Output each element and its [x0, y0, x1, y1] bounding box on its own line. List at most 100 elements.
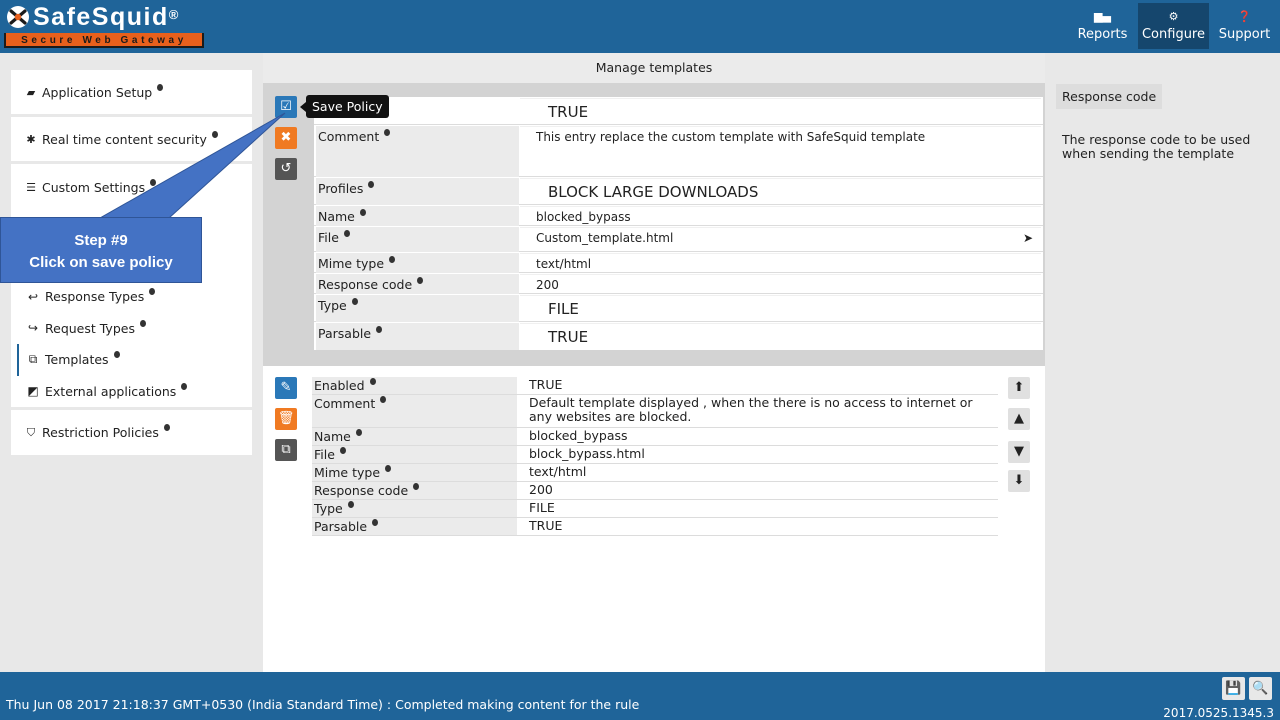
sidebar-item-external-applications[interactable]: ◩ External applications	[11, 376, 252, 408]
enabled-value[interactable]: TRUE	[520, 98, 1041, 124]
view-row-name: Name blocked_bypass	[312, 428, 998, 446]
info-icon[interactable]	[343, 230, 350, 237]
edit-button[interactable]: ✎	[275, 377, 297, 399]
name-input[interactable]: blocked_bypass	[520, 206, 1041, 225]
response-code-input[interactable]: 200	[520, 274, 1041, 293]
safesquid-logo: SafeSquid® Secure Web Gateway	[4, 3, 204, 48]
logo-squid-icon	[6, 5, 30, 29]
field-file: File Custom_template.html ➤	[314, 226, 1043, 252]
floppy-icon: 💾	[1225, 681, 1242, 696]
field-name: Name blocked_bypass	[314, 205, 1043, 226]
status-bar: Thu Jun 08 2017 21:18:37 GMT+0530 (India…	[0, 672, 1280, 720]
app-header: SafeSquid® Secure Web Gateway ▆▄ Reports…	[0, 0, 1280, 53]
briefcase-icon: ▰	[26, 85, 36, 99]
sidebar-item-request-types[interactable]: ↪ Request Types	[11, 313, 252, 345]
move-down-button[interactable]: ▼	[1008, 441, 1030, 463]
info-icon[interactable]	[413, 483, 420, 490]
save-policy-tooltip: Save Policy	[300, 95, 389, 118]
info-icon[interactable]	[355, 429, 362, 436]
info-icon[interactable]	[339, 447, 346, 454]
mime-input[interactable]: text/html	[520, 253, 1041, 272]
info-icon[interactable]	[347, 501, 354, 508]
move-up-button[interactable]: ▲	[1008, 408, 1030, 430]
upload-send-icon[interactable]: ➤	[1023, 231, 1033, 245]
info-icon[interactable]	[385, 465, 392, 472]
view-row-mime: Mime type text/html	[312, 464, 998, 482]
save-policy-button[interactable]: ☑	[275, 96, 297, 118]
type-value[interactable]: FILE	[520, 295, 1041, 321]
sidebar-item-restriction-policies[interactable]: ⛉ Restriction Policies	[11, 407, 252, 455]
info-icon[interactable]	[369, 378, 376, 385]
help-field-tag: Response code	[1056, 84, 1163, 109]
delete-button[interactable]: 🗑	[275, 408, 297, 430]
info-icon[interactable]	[417, 277, 424, 284]
field-mime: Mime type text/html	[314, 252, 1043, 273]
field-enabled: TRUE	[314, 97, 1043, 125]
info-icon[interactable]	[372, 519, 379, 526]
sidebar-item-application-setup[interactable]: ▰ Application Setup	[11, 70, 252, 117]
parsable-value[interactable]: TRUE	[520, 323, 1041, 349]
undo-button[interactable]: ↺	[275, 158, 297, 180]
question-icon: ❓	[1237, 10, 1252, 23]
caret-down-icon: ▼	[1014, 444, 1024, 459]
arrow-circle-up-icon: ⬆	[1013, 380, 1025, 395]
info-icon[interactable]	[139, 319, 146, 327]
help-description: The response code to be used when sendin…	[1062, 132, 1251, 161]
info-icon[interactable]	[150, 179, 157, 186]
close-icon: ✖	[280, 130, 292, 145]
top-navigation: ▆▄ Reports ⚙ Configure ❓ Support	[1067, 3, 1280, 49]
bug-icon: ✱	[26, 132, 36, 146]
save-config-button[interactable]: 💾	[1222, 677, 1245, 700]
sidebar-subgroup: ↩ Response Types ↪ Request Types ⧉ Templ…	[11, 277, 252, 407]
info-icon[interactable]	[376, 326, 383, 333]
info-icon[interactable]	[181, 382, 188, 390]
copy-button[interactable]: ⧉	[275, 439, 297, 461]
chart-icon: ▆▄	[1094, 10, 1111, 23]
undo-icon: ↺	[280, 161, 292, 176]
view-row-file: File block_bypass.html	[312, 446, 998, 464]
edit-icon: ✎	[280, 380, 292, 395]
info-icon[interactable]	[163, 424, 170, 431]
info-icon[interactable]	[389, 256, 396, 263]
search-icon: 🔍	[1252, 681, 1269, 696]
info-icon[interactable]	[380, 396, 387, 403]
search-button[interactable]: 🔍	[1249, 677, 1272, 700]
check-square-icon: ☑	[280, 99, 292, 114]
main-panel: Manage templates ☑ ✖ ↺ TRUE Comment This…	[263, 53, 1045, 672]
nav-support[interactable]: ❓ Support	[1209, 3, 1280, 49]
sidebar-item-response-types[interactable]: ↩ Response Types	[11, 281, 252, 313]
profiles-value[interactable]: BLOCK LARGE DOWNLOADS	[520, 178, 1041, 204]
move-top-button[interactable]: ⬆	[1008, 377, 1030, 399]
sidebar-item-custom-settings[interactable]: ☰ Custom Settings	[11, 164, 252, 211]
help-panel: Response code The response code to be us…	[1056, 84, 1262, 161]
sidebar-item-real-time-content-security[interactable]: ✱ Real time content security	[11, 117, 252, 164]
info-icon[interactable]	[351, 298, 358, 305]
version-label: 2017.0525.1345.3	[1163, 706, 1274, 720]
file-input[interactable]: Custom_template.html	[520, 227, 1041, 251]
info-icon[interactable]	[113, 351, 120, 359]
callout-step: Step #9	[74, 232, 128, 249]
edit-form: TRUE Comment This entry replace the cust…	[314, 97, 1043, 350]
gears-icon: ⚙	[1168, 10, 1179, 23]
share-icon: ↪	[27, 321, 39, 336]
field-profiles: Profiles BLOCK LARGE DOWNLOADS	[314, 177, 1043, 205]
info-icon[interactable]	[384, 129, 391, 136]
external-icon: ◩	[27, 384, 39, 399]
view-row-type: Type FILE	[312, 500, 998, 518]
trash-icon: 🗑	[277, 411, 295, 426]
info-icon[interactable]	[211, 130, 218, 138]
nav-configure[interactable]: ⚙ Configure	[1138, 3, 1209, 49]
comment-textarea[interactable]: This entry replace the custom template w…	[520, 126, 1041, 176]
callout-text: Click on save policy	[29, 254, 173, 271]
info-icon[interactable]	[368, 181, 375, 188]
info-icon[interactable]	[149, 288, 156, 296]
cancel-button[interactable]: ✖	[275, 127, 297, 149]
sliders-icon: ☰	[26, 181, 36, 194]
info-icon[interactable]	[359, 209, 366, 216]
sidebar-item-templates[interactable]: ⧉ Templates	[11, 344, 252, 376]
logo-wordmark: SafeSquid®	[33, 3, 180, 31]
move-bottom-button[interactable]: ⬇	[1008, 470, 1030, 492]
copy-icon: ⧉	[281, 442, 291, 457]
nav-reports[interactable]: ▆▄ Reports	[1067, 3, 1138, 49]
info-icon[interactable]	[157, 83, 164, 91]
